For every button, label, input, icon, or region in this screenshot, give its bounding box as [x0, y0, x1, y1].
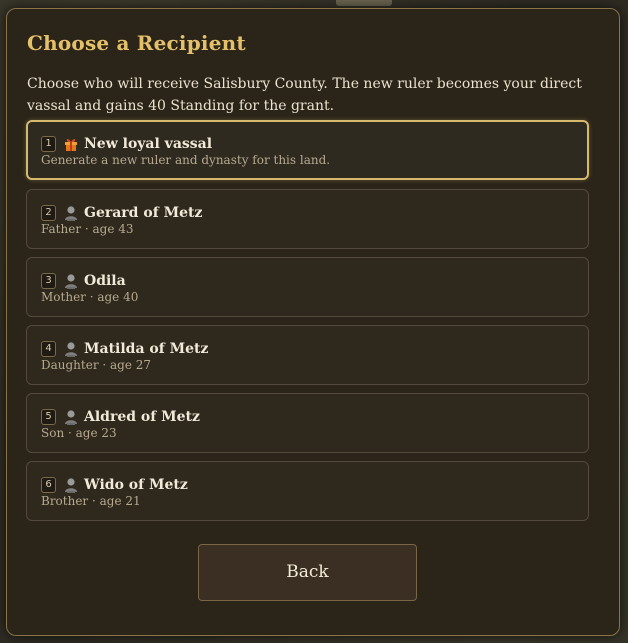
recipient-option-wido[interactable]: 6 Wido of Metz Brother · age 21 [26, 461, 589, 521]
option-subtitle: Father · age 43 [41, 222, 134, 236]
hotkey-badge: 2 [41, 205, 56, 221]
hotkey-badge: 3 [41, 273, 56, 289]
option-subtitle: Brother · age 21 [41, 494, 141, 508]
dialog-description: Choose who will receive Salisbury County… [27, 76, 582, 114]
recipient-option-gerard[interactable]: 2 Gerard of Metz Father · age 43 [26, 189, 589, 249]
person-bust-icon [64, 273, 78, 289]
choose-recipient-dialog: Choose a Recipient Choose who will recei… [6, 8, 620, 636]
option-name: Aldred of Metz [84, 409, 200, 425]
option-subtitle: Mother · age 40 [41, 290, 139, 304]
person-bust-icon [64, 477, 78, 493]
gift-icon [64, 136, 78, 152]
option-subtitle: Daughter · age 27 [41, 358, 152, 372]
option-header: 3 Odila [41, 272, 126, 290]
hotkey-badge: 1 [41, 136, 56, 152]
recipient-option-matilda[interactable]: 4 Matilda of Metz Daughter · age 27 [26, 325, 589, 385]
option-header: 1 New loyal vassal [41, 135, 212, 153]
hotkey-badge: 4 [41, 341, 56, 357]
person-bust-icon [64, 205, 78, 221]
map-label-fragment [336, 0, 392, 6]
recipient-option-aldred[interactable]: 5 Aldred of Metz Son · age 23 [26, 393, 589, 453]
option-header: 4 Matilda of Metz [41, 340, 208, 358]
option-header: 6 Wido of Metz [41, 476, 188, 494]
recipient-option-new-vassal[interactable]: 1 New loyal vassal Generate a new ruler … [26, 120, 589, 180]
person-bust-icon [64, 409, 78, 425]
dialog-title: Choose a Recipient [27, 31, 246, 55]
option-name: Matilda of Metz [84, 341, 209, 357]
hotkey-badge: 5 [41, 409, 56, 425]
back-button[interactable]: Back [198, 544, 417, 601]
option-subtitle: Son · age 23 [41, 426, 117, 440]
hotkey-badge: 6 [41, 477, 56, 493]
recipient-option-odila[interactable]: 3 Odila Mother · age 40 [26, 257, 589, 317]
option-subtitle: Generate a new ruler and dynasty for thi… [41, 153, 331, 167]
person-bust-icon [64, 341, 78, 357]
option-name: Odila [84, 273, 126, 289]
option-header: 5 Aldred of Metz [41, 408, 200, 426]
option-name: Gerard of Metz [84, 205, 203, 221]
option-name: New loyal vassal [84, 136, 213, 152]
option-name: Wido of Metz [84, 477, 188, 493]
option-header: 2 Gerard of Metz [41, 204, 202, 222]
